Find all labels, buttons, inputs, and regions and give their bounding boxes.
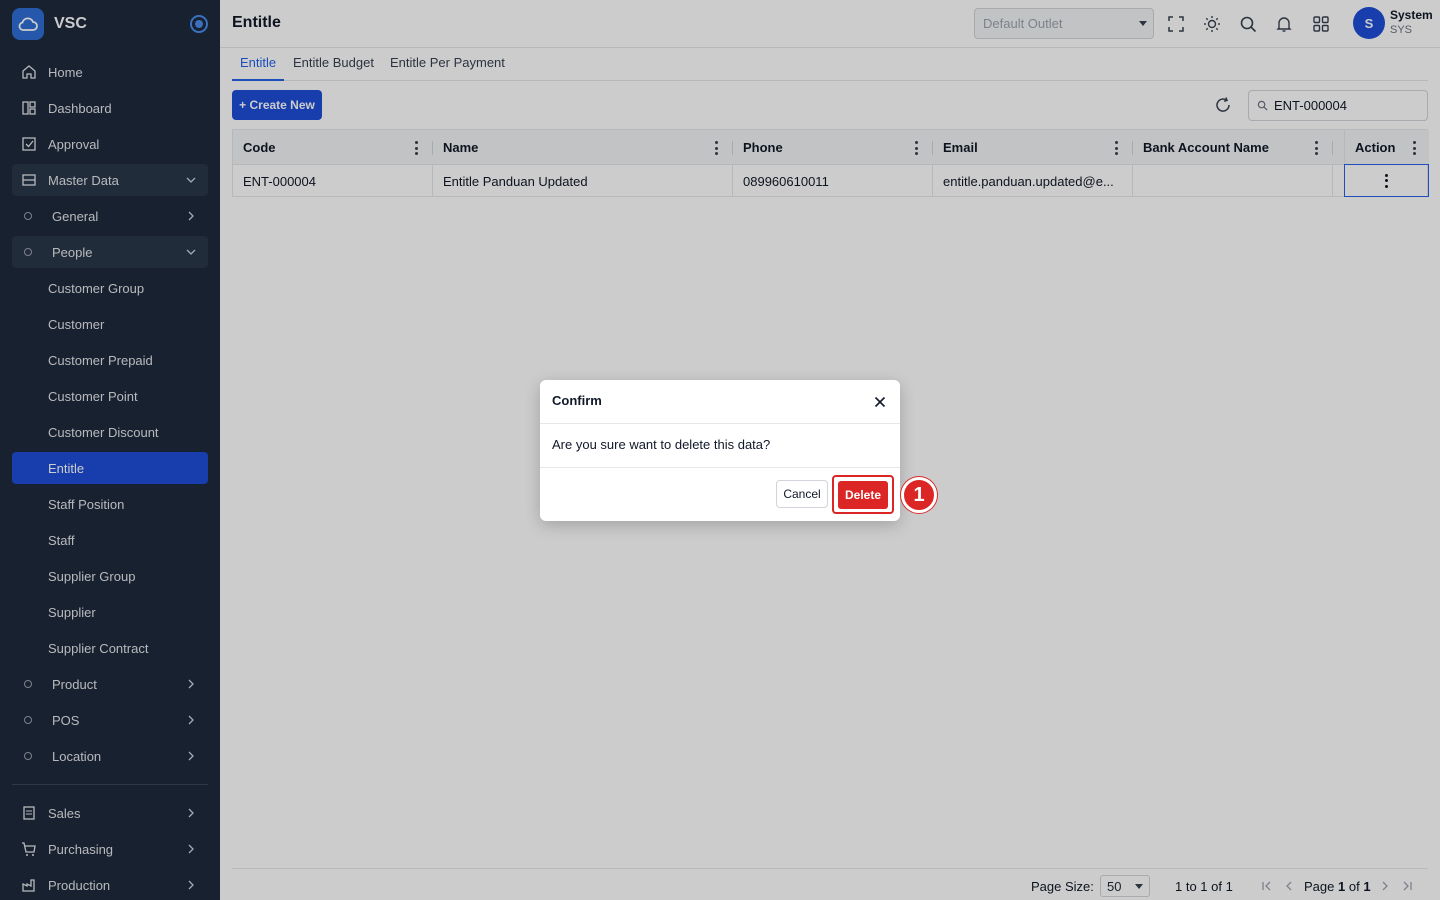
dialog-message: Are you sure want to delete this data? [552, 437, 771, 452]
dialog-header: Confirm [540, 380, 900, 424]
close-icon[interactable] [872, 394, 888, 410]
cancel-button[interactable]: Cancel [776, 480, 828, 508]
delete-button-highlight: Delete [832, 475, 894, 514]
dialog-body: Are you sure want to delete this data? [540, 424, 900, 468]
step-number-badge: 1 [901, 477, 937, 513]
dialog-title: Confirm [552, 393, 602, 408]
delete-button[interactable]: Delete [838, 480, 888, 509]
confirm-dialog: Confirm Are you sure want to delete this… [540, 380, 900, 521]
